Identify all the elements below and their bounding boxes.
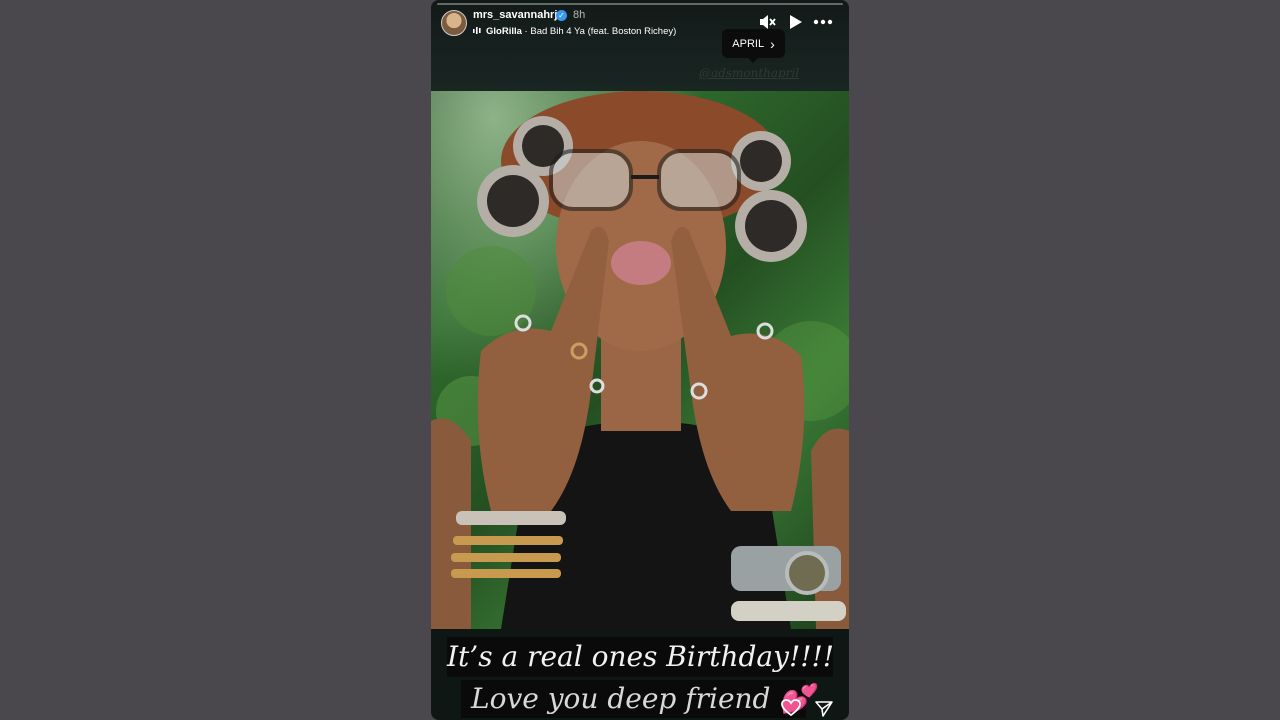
heart-outline-icon[interactable] bbox=[781, 698, 801, 718]
mention-sticker[interactable]: @adsmonthapril bbox=[699, 66, 799, 80]
tooltip-label: APRIL bbox=[732, 37, 765, 50]
timestamp: 8h bbox=[573, 9, 586, 21]
story-viewer: mrs_savannahrj ✓ 8h GloRilla · Bad Bih 4… bbox=[431, 0, 849, 720]
caption-line-2: Love you deep friend 💕 bbox=[461, 680, 814, 718]
caption-line-1: It’s a real ones Birthday!!!! bbox=[447, 637, 834, 677]
more-horizontal-icon[interactable] bbox=[813, 12, 833, 32]
chevron-right-icon: › bbox=[770, 35, 775, 52]
avatar[interactable] bbox=[441, 10, 467, 36]
send-icon[interactable] bbox=[814, 699, 834, 719]
username[interactable]: mrs_savannahrj bbox=[473, 9, 557, 21]
music-artist: GloRilla bbox=[486, 26, 522, 37]
verified-badge-icon: ✓ bbox=[556, 10, 567, 21]
play-icon[interactable] bbox=[785, 12, 805, 32]
story-progress-bar bbox=[437, 3, 843, 5]
music-track: Bad Bih 4 Ya (feat. Boston Richey) bbox=[530, 26, 677, 37]
story-photo-illustration bbox=[431, 91, 849, 629]
audio-bars-icon bbox=[473, 27, 481, 34]
mention-tooltip[interactable]: APRIL › bbox=[722, 29, 785, 63]
story-photo bbox=[431, 91, 849, 629]
music-attribution[interactable]: GloRilla · Bad Bih 4 Ya (feat. Boston Ri… bbox=[473, 26, 676, 37]
